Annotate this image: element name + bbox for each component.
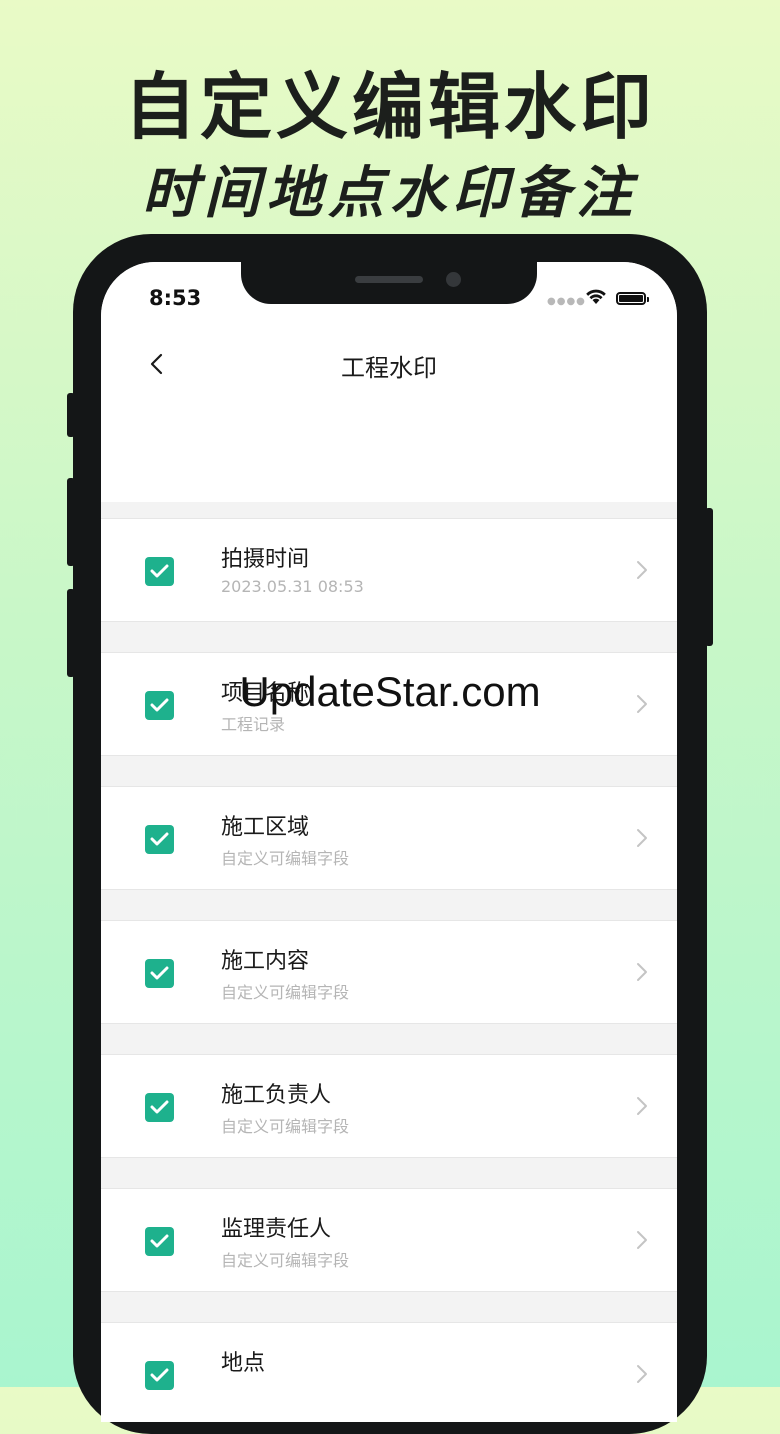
phone-power-button	[705, 508, 713, 646]
list-item-subtitle: 自定义可编辑字段	[221, 849, 350, 868]
header-area: 8:53 ●●●● 工程水印	[101, 262, 677, 502]
list-item-title: 施工负责人	[221, 1083, 332, 1108]
chevron-right-icon	[637, 561, 647, 579]
list-item-subtitle: 2023.05.31 08:53	[221, 577, 364, 596]
list-item-title: 地点	[221, 1351, 266, 1376]
list-item-subtitle: 自定义可编辑字段	[221, 1251, 350, 1270]
checkbox-checked[interactable]	[145, 825, 174, 854]
watermark-field-list: 拍摄时间 2023.05.31 08:53 项目名称 工程记录 施工区域 自定义…	[101, 518, 677, 1422]
list-item-title: 施工区域	[221, 815, 310, 840]
list-item-title: 监理责任人	[221, 1217, 332, 1242]
earpiece-speaker	[355, 276, 423, 283]
promo-headline: 自定义编辑水印	[123, 65, 656, 149]
list-item-subtitle: 自定义可编辑字段	[221, 983, 350, 1002]
list-item-construction-lead[interactable]: 施工负责人 自定义可编辑字段	[101, 1054, 677, 1158]
checkmark-icon	[150, 1234, 169, 1248]
chevron-right-icon	[637, 1097, 647, 1115]
overlay-watermark: UpdateStar.com	[239, 668, 541, 715]
list-item-construction-content[interactable]: 施工内容 自定义可编辑字段	[101, 920, 677, 1024]
status-icons: ●●●●	[547, 288, 657, 308]
checkmark-icon	[150, 966, 169, 980]
page-title: 工程水印	[341, 354, 437, 382]
checkmark-icon	[150, 564, 169, 578]
list-item-construction-area[interactable]: 施工区域 自定义可编辑字段	[101, 786, 677, 890]
front-camera	[446, 272, 461, 287]
checkmark-icon	[150, 1100, 169, 1114]
checkbox-checked[interactable]	[145, 1361, 174, 1390]
list-item-location[interactable]: 地点	[101, 1322, 677, 1422]
wifi-icon	[586, 289, 606, 304]
phone-notch	[241, 262, 537, 304]
phone-screen: 8:53 ●●●● 工程水印 拍摄时间 2023.05.31 08:53 项目名…	[101, 262, 677, 1422]
list-item-supervisor[interactable]: 监理责任人 自定义可编辑字段	[101, 1188, 677, 1292]
chevron-right-icon	[637, 1231, 647, 1249]
list-item-shoot-time[interactable]: 拍摄时间 2023.05.31 08:53	[101, 518, 677, 622]
phone-mute-switch	[67, 393, 75, 437]
checkmark-icon	[150, 832, 169, 846]
list-item-title: 拍摄时间	[221, 547, 310, 572]
checkmark-icon	[150, 1368, 169, 1382]
phone-volume-down-button	[67, 589, 75, 677]
chevron-right-icon	[637, 829, 647, 847]
list-item-subtitle: 自定义可编辑字段	[221, 1117, 350, 1136]
phone-volume-up-button	[67, 478, 75, 566]
signal-dots-icon: ●●●●	[547, 296, 586, 307]
promo-subheadline: 时间地点水印备注	[142, 161, 638, 226]
checkbox-checked[interactable]	[145, 1227, 174, 1256]
checkbox-checked[interactable]	[145, 557, 174, 586]
checkbox-checked[interactable]	[145, 959, 174, 988]
list-item-title: 施工内容	[221, 949, 310, 974]
checkbox-checked[interactable]	[145, 1093, 174, 1122]
battery-icon	[616, 292, 649, 305]
chevron-right-icon	[637, 1365, 647, 1383]
chevron-right-icon	[637, 963, 647, 981]
status-time: 8:53	[149, 286, 202, 310]
